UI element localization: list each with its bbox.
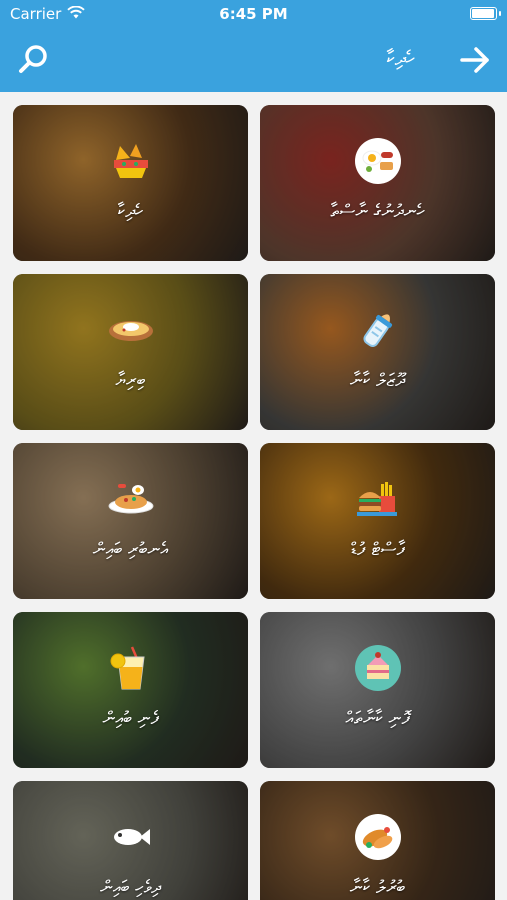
category-card[interactable]: ހެނދުނުގެ ނާސްތާ — [260, 105, 495, 261]
status-bar: Carrier 6:45 PM — [0, 0, 507, 28]
nachos-icon — [105, 135, 157, 187]
category-card[interactable]: ހެދިކާ — [13, 105, 248, 261]
category-label: ބިރިޔާ — [115, 370, 146, 391]
fried-food-icon — [352, 811, 404, 863]
curry-bowl-icon — [105, 304, 157, 356]
page-title: ހެދިކާ — [386, 46, 415, 70]
category-label: ހެދިކާ — [117, 201, 144, 222]
fast-food-icon — [352, 473, 404, 525]
battery-icon — [470, 7, 501, 20]
navigation-bar: ހެދިކާ — [0, 28, 507, 92]
category-card[interactable]: ދިވެހި ބައިން — [13, 781, 248, 900]
juice-glass-icon — [105, 642, 157, 694]
category-label: ފާސްޓް ފުޑް — [350, 539, 405, 560]
baby-bottle-icon — [352, 304, 404, 356]
fish-icon — [105, 811, 157, 863]
category-card[interactable]: ފެނި ބުއިން — [13, 612, 248, 768]
search-icon — [19, 45, 47, 73]
category-card[interactable]: ބުރުލު ކާނާ — [260, 781, 495, 900]
category-label: ފެނި ބުއިން — [102, 708, 159, 729]
category-card[interactable]: ފާސްޓް ފުޑް — [260, 443, 495, 599]
category-label: ފޮނި ކާނާތައް — [345, 708, 410, 729]
category-grid: ހެނދުނުގެ ނާސްތާ ހެދިކާ ދޫޒަލް ކާނާ ބިރިޔާ ފ… — [0, 92, 507, 900]
rice-dish-icon — [105, 473, 157, 525]
category-label: އެނބުރި ބައިން — [92, 539, 169, 560]
dessert-icon — [352, 642, 404, 694]
category-label: ހެނދުނުގެ ނާސްތާ — [330, 201, 425, 222]
category-label: ބުރުލު ކާނާ — [349, 877, 406, 898]
back-button[interactable] — [457, 42, 493, 78]
category-card[interactable]: އެނބުރި ބައިން — [13, 443, 248, 599]
category-card[interactable]: ފޮނި ކާނާތައް — [260, 612, 495, 768]
search-button[interactable] — [16, 42, 52, 78]
clock: 6:45 PM — [219, 5, 288, 23]
category-label: ދޫޒަލް ކާނާ — [349, 370, 406, 391]
category-card[interactable]: ބިރިޔާ — [13, 274, 248, 430]
battery-level — [472, 9, 494, 18]
arrow-right-icon — [460, 47, 489, 73]
breakfast-plate-icon — [352, 135, 404, 187]
category-label: ދިވެހި ބައިން — [99, 877, 162, 898]
category-card[interactable]: ދޫޒަލް ކާނާ — [260, 274, 495, 430]
